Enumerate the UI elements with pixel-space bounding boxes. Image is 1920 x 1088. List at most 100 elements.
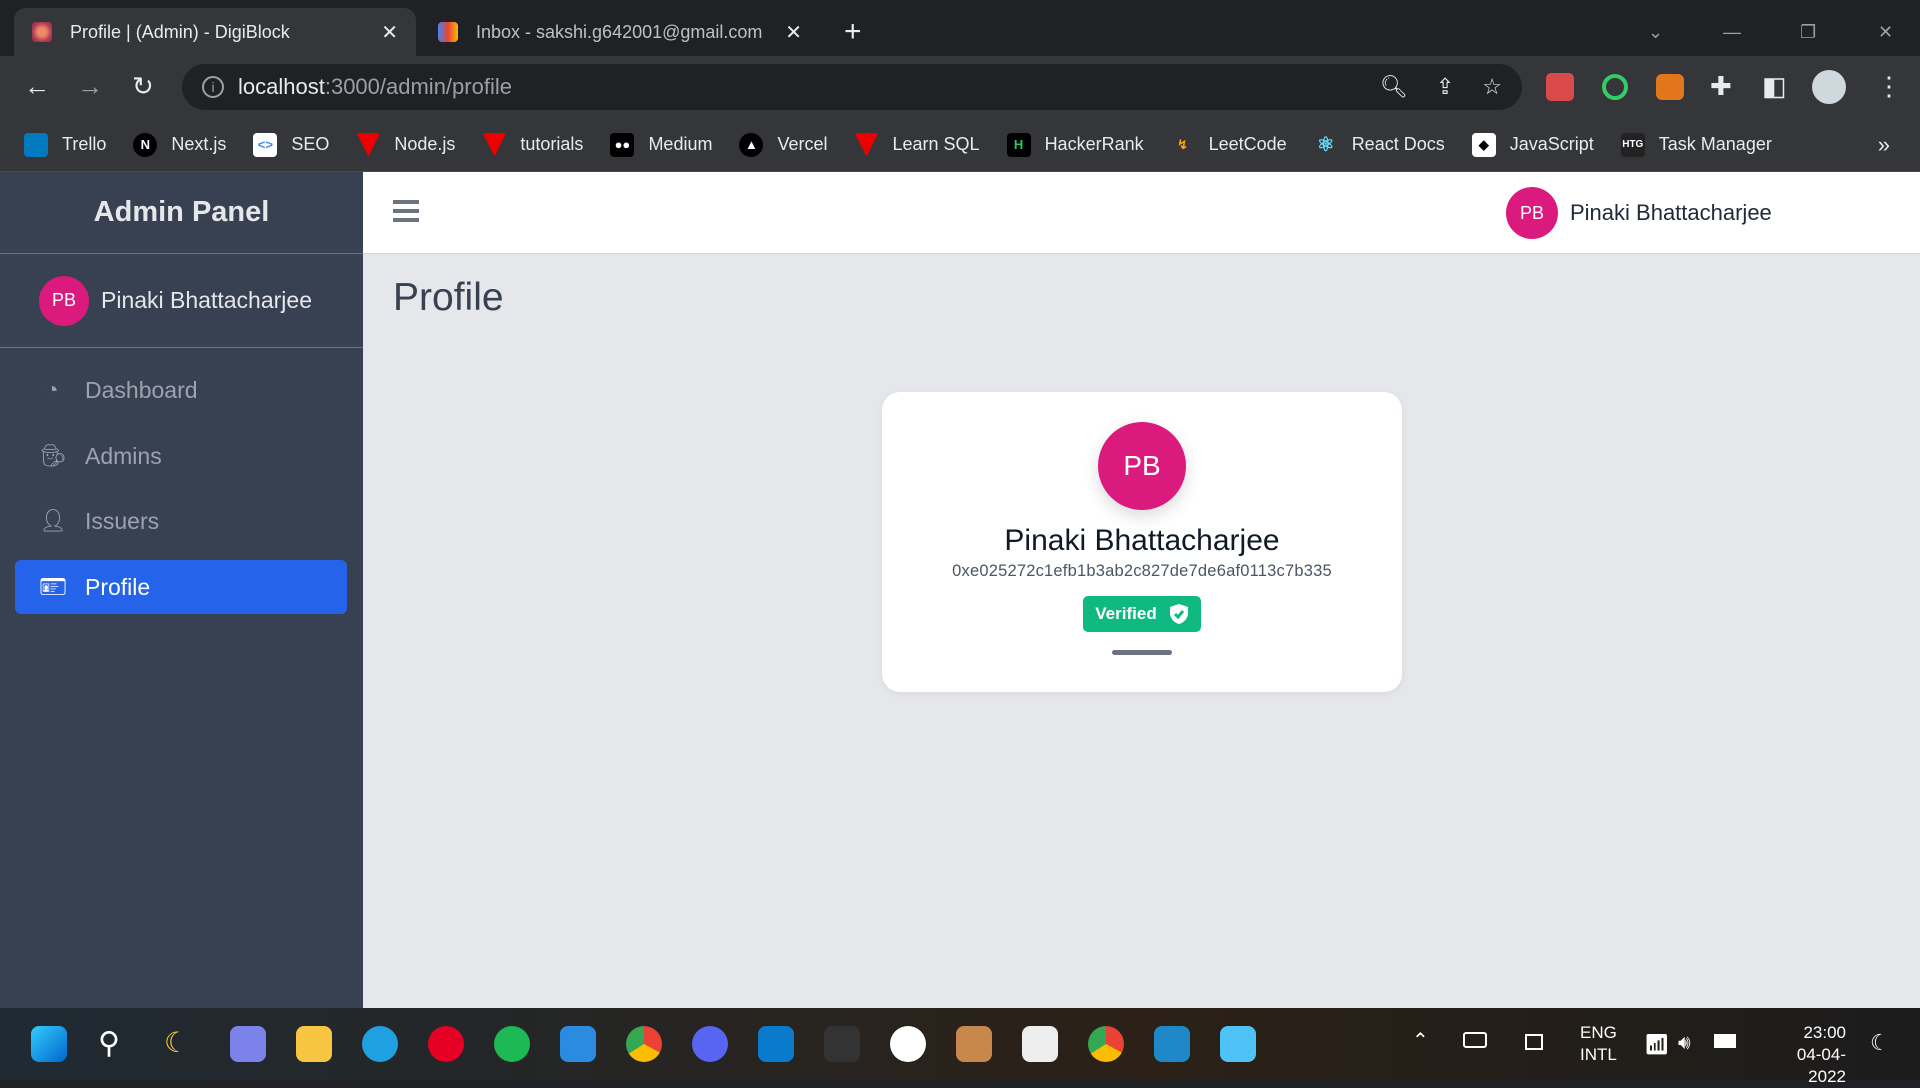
metamask-icon[interactable] (1656, 74, 1684, 100)
nextjs-icon: N (133, 132, 158, 157)
notifications-moon-icon[interactable]: ☾ (1870, 1030, 1890, 1056)
bookmark-leetcode[interactable]: ↯ LeetCode (1171, 133, 1287, 157)
tab-profile[interactable]: Profile | (Admin) - DigiBlock ✕ (14, 8, 416, 56)
trello-icon (24, 132, 48, 157)
verified-badge: Verified (1083, 596, 1201, 632)
more-bookmarks-button[interactable]: » (1878, 132, 1890, 158)
extension-icon[interactable] (1546, 73, 1574, 101)
snipping-tool-icon[interactable] (1022, 1026, 1058, 1062)
hamburger-menu-icon[interactable] (393, 200, 419, 222)
gauge-icon: ◔ (45, 377, 59, 402)
close-window-button[interactable]: ✕ (1860, 8, 1911, 56)
share-icon[interactable]: ⇪ (1436, 74, 1454, 100)
wifi-icon[interactable]: 📶︎ (1644, 1032, 1669, 1057)
sidebar-item-dashboard[interactable]: ◔ Dashboard (15, 363, 347, 417)
zoom-icon[interactable]: 🔍︎ (1380, 74, 1408, 100)
bookmark-javascript[interactable]: ◆ JavaScript (1471, 132, 1594, 157)
touchpad-icon[interactable] (1525, 1034, 1543, 1050)
bookmark-learn-sql[interactable]: Learn SQL (854, 132, 980, 157)
edge-icon[interactable] (362, 1026, 398, 1062)
reload-icon[interactable]: ↻ (132, 70, 154, 102)
vscode-icon[interactable] (758, 1026, 794, 1062)
mail-icon[interactable] (560, 1026, 596, 1062)
restore-button[interactable]: ❐ (1782, 8, 1834, 56)
tab-gmail[interactable]: Inbox - sakshi.g642001@gmail.com ✕ (420, 8, 820, 56)
clock[interactable]: 23:00 04-04-2022 (1760, 1022, 1846, 1088)
notepad-icon[interactable] (1220, 1026, 1256, 1062)
extension-icon[interactable] (1602, 74, 1628, 100)
bookmark-hackerrank[interactable]: H HackerRank (1006, 132, 1144, 157)
main-content: Profile PB Pinaki Bhattacharjee 0xe02527… (363, 254, 1920, 1008)
chrome-icon[interactable] (626, 1026, 662, 1062)
minimize-button[interactable]: — (1705, 8, 1759, 56)
bookmark-star-icon[interactable]: ☆ (1482, 74, 1502, 100)
bookmark-vercel[interactable]: ▲ Vercel (739, 132, 828, 157)
spotify-icon[interactable] (494, 1026, 530, 1062)
hackerrank-icon: H (1006, 132, 1031, 157)
extensions-puzzle-icon[interactable]: ✚ (1710, 70, 1732, 102)
discord-icon[interactable] (692, 1026, 728, 1062)
forward-icon[interactable]: → (77, 70, 103, 102)
battery-icon[interactable] (1714, 1034, 1736, 1048)
sidebar-item-issuers[interactable]: 👤︎ Issuers (15, 494, 347, 548)
digiblock-favicon-icon (32, 22, 52, 42)
taskbar: ⚲ ☾ ⌃ ENG INTL 📶︎ 🔊︎ 23:00 04-04-2022 ☾ (0, 1008, 1920, 1086)
back-icon[interactable]: ← (24, 70, 50, 102)
language-indicator[interactable]: ENG INTL (1580, 1022, 1617, 1066)
close-tab-icon[interactable]: ✕ (381, 20, 398, 45)
show-hidden-icons[interactable]: ⌃ (1412, 1028, 1429, 1053)
page-title: Profile (393, 276, 504, 319)
sidebar-user: PB Pinaki Bhattacharjee (0, 254, 363, 348)
gmail-icon (438, 22, 458, 42)
user-secret-icon: 🕵︎ (39, 443, 67, 468)
bookmark-medium[interactable]: ●● Medium (610, 132, 712, 157)
sidebar-user-name: Pinaki Bhattacharjee (101, 287, 312, 313)
close-tab-icon[interactable]: ✕ (785, 20, 802, 45)
bookmark-nodejs[interactable]: Node.js (356, 132, 455, 157)
id-badge-icon: 🪪︎ (39, 574, 67, 599)
package-icon[interactable] (956, 1026, 992, 1062)
new-tab-button[interactable]: + (826, 8, 880, 56)
seo-icon: <> (253, 132, 278, 157)
tutorial-icon (482, 132, 507, 157)
night-light-app-icon[interactable]: ☾ (164, 1026, 200, 1062)
bookmark-tutorials[interactable]: tutorials (482, 132, 583, 157)
file-explorer-icon[interactable] (296, 1026, 332, 1062)
sidebar-item-profile[interactable]: 🪪︎ Profile (15, 560, 347, 614)
address-bar[interactable]: i localhost:3000/admin/profile 🔍︎ ⇪ ☆ (182, 64, 1522, 110)
react-icon: ⚛ (1316, 133, 1335, 156)
vercel-icon: ▲ (739, 132, 764, 157)
pinterest-icon[interactable] (428, 1026, 464, 1062)
tab-search-icon[interactable]: ⌄ (1630, 8, 1681, 56)
side-panel-icon[interactable]: ◧ (1762, 70, 1787, 102)
bookmark-seo[interactable]: <> SEO (253, 132, 329, 157)
tab-title: Profile | (Admin) - DigiBlock (70, 21, 290, 42)
header-user-menu[interactable]: PB Pinaki Bhattacharjee (1506, 187, 1772, 239)
divider (1112, 650, 1172, 655)
chrome-icon[interactable] (1088, 1026, 1124, 1062)
bookmark-nextjs[interactable]: N Next.js (133, 132, 226, 157)
teams-icon[interactable] (230, 1026, 266, 1062)
bookmark-react-docs[interactable]: ⚛ React Docs (1314, 133, 1445, 157)
leetcode-icon: ↯ (1177, 136, 1189, 152)
mongodb-compass-icon[interactable] (890, 1026, 926, 1062)
terminal-icon[interactable] (824, 1026, 860, 1062)
top-header: PB Pinaki Bhattacharjee (363, 172, 1920, 254)
menu-kebab-icon[interactable]: ⋮ (1876, 70, 1902, 102)
tab-strip: Profile | (Admin) - DigiBlock ✕ Inbox - s… (0, 0, 1920, 56)
tutorial-icon (854, 132, 879, 157)
bookmark-trello[interactable]: Trello (24, 132, 106, 157)
site-info-icon[interactable]: i (202, 76, 224, 98)
avatar: PB (1506, 187, 1558, 239)
sidebar-item-admins[interactable]: 🕵︎ Admins (15, 429, 347, 483)
search-icon[interactable]: ⚲ (98, 1026, 134, 1062)
url-host: localhost (238, 74, 325, 99)
bookmark-task-manager[interactable]: HTG Task Manager (1620, 132, 1772, 157)
profile-avatar[interactable] (1812, 70, 1846, 104)
volume-icon[interactable]: 🔊︎ (1678, 1032, 1691, 1055)
user-tie-icon: 👤︎ (39, 508, 67, 533)
touch-keyboard-icon[interactable] (1463, 1032, 1487, 1048)
windows-start-icon[interactable] (31, 1026, 67, 1062)
tab-title: Inbox - sakshi.g642001@gmail.com (476, 21, 763, 42)
app-icon[interactable] (1154, 1026, 1190, 1062)
